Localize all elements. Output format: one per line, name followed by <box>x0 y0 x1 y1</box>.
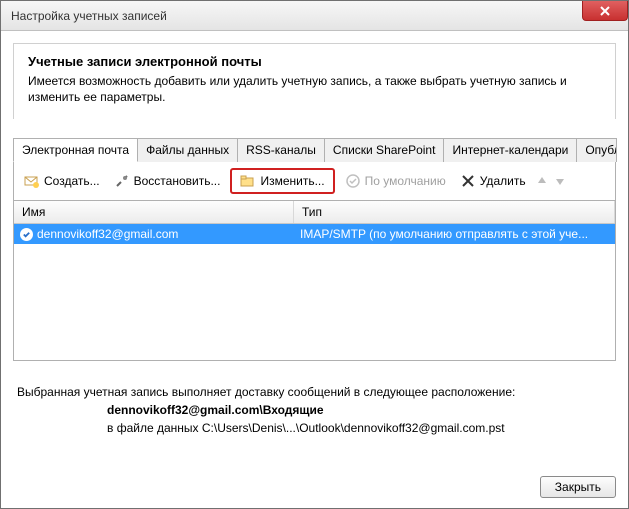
default-button: По умолчанию <box>341 171 450 191</box>
content-area: Учетные записи электронной почты Имеется… <box>1 31 628 508</box>
info-line2: в файле данных C:\Users\Denis\...\Outloo… <box>17 421 612 435</box>
repair-label: Восстановить... <box>134 174 221 188</box>
folder-edit-icon <box>240 173 256 189</box>
accounts-list: Имя Тип dennovikoff32@gmail.com IMAP/SMT… <box>13 201 616 361</box>
move-up-icon <box>536 175 548 187</box>
list-header: Имя Тип <box>14 201 615 224</box>
delete-label: Удалить <box>480 174 526 188</box>
default-icon <box>345 173 361 189</box>
close-icon <box>597 3 613 19</box>
tabs: Электронная почта Файлы данных RSS-канал… <box>13 137 616 162</box>
row-type-cell: IMAP/SMTP (по умолчанию отправлять с это… <box>294 224 615 244</box>
table-row[interactable]: dennovikoff32@gmail.com IMAP/SMTP (по ум… <box>14 224 615 244</box>
edit-label: Изменить... <box>260 174 324 188</box>
window-title: Настройка учетных записей <box>11 9 167 23</box>
tab-published[interactable]: Опубликован <box>576 138 617 162</box>
tab-internet-calendars[interactable]: Интернет-календари <box>443 138 577 162</box>
edit-button[interactable]: Изменить... <box>230 168 334 194</box>
dialog-window: Настройка учетных записей Учетные записи… <box>0 0 629 509</box>
info-target: dennovikoff32@gmail.com\Входящие <box>17 403 612 417</box>
toolbar: Создать... Восстановить... Изменить... П… <box>13 162 616 201</box>
delete-icon <box>460 173 476 189</box>
header-block: Учетные записи электронной почты Имеется… <box>13 43 616 119</box>
tools-icon <box>114 173 130 189</box>
titlebar: Настройка учетных записей <box>1 1 628 31</box>
tab-rss[interactable]: RSS-каналы <box>237 138 325 162</box>
info-line1: Выбранная учетная запись выполняет доста… <box>17 385 612 399</box>
footer: Закрыть <box>13 466 616 498</box>
tab-email[interactable]: Электронная почта <box>13 138 138 162</box>
col-name[interactable]: Имя <box>14 201 294 223</box>
default-label: По умолчанию <box>365 174 446 188</box>
default-check-icon <box>20 228 33 241</box>
header-description: Имеется возможность добавить или удалить… <box>28 73 601 105</box>
repair-button[interactable]: Восстановить... <box>110 171 225 191</box>
header-title: Учетные записи электронной почты <box>28 54 601 69</box>
create-label: Создать... <box>44 174 100 188</box>
close-dialog-button[interactable]: Закрыть <box>540 476 616 498</box>
info-block: Выбранная учетная запись выполняет доста… <box>13 381 616 439</box>
mail-new-icon <box>24 173 40 189</box>
delete-button[interactable]: Удалить <box>456 171 530 191</box>
row-name-cell: dennovikoff32@gmail.com <box>14 224 294 244</box>
row-type: IMAP/SMTP (по умолчанию отправлять с это… <box>300 227 588 241</box>
move-down-icon <box>554 175 566 187</box>
tab-datafiles[interactable]: Файлы данных <box>137 138 238 162</box>
tab-sharepoint[interactable]: Списки SharePoint <box>324 138 445 162</box>
row-name: dennovikoff32@gmail.com <box>37 227 178 241</box>
create-button[interactable]: Создать... <box>20 171 104 191</box>
close-button[interactable] <box>582 1 628 21</box>
col-type[interactable]: Тип <box>294 201 615 223</box>
